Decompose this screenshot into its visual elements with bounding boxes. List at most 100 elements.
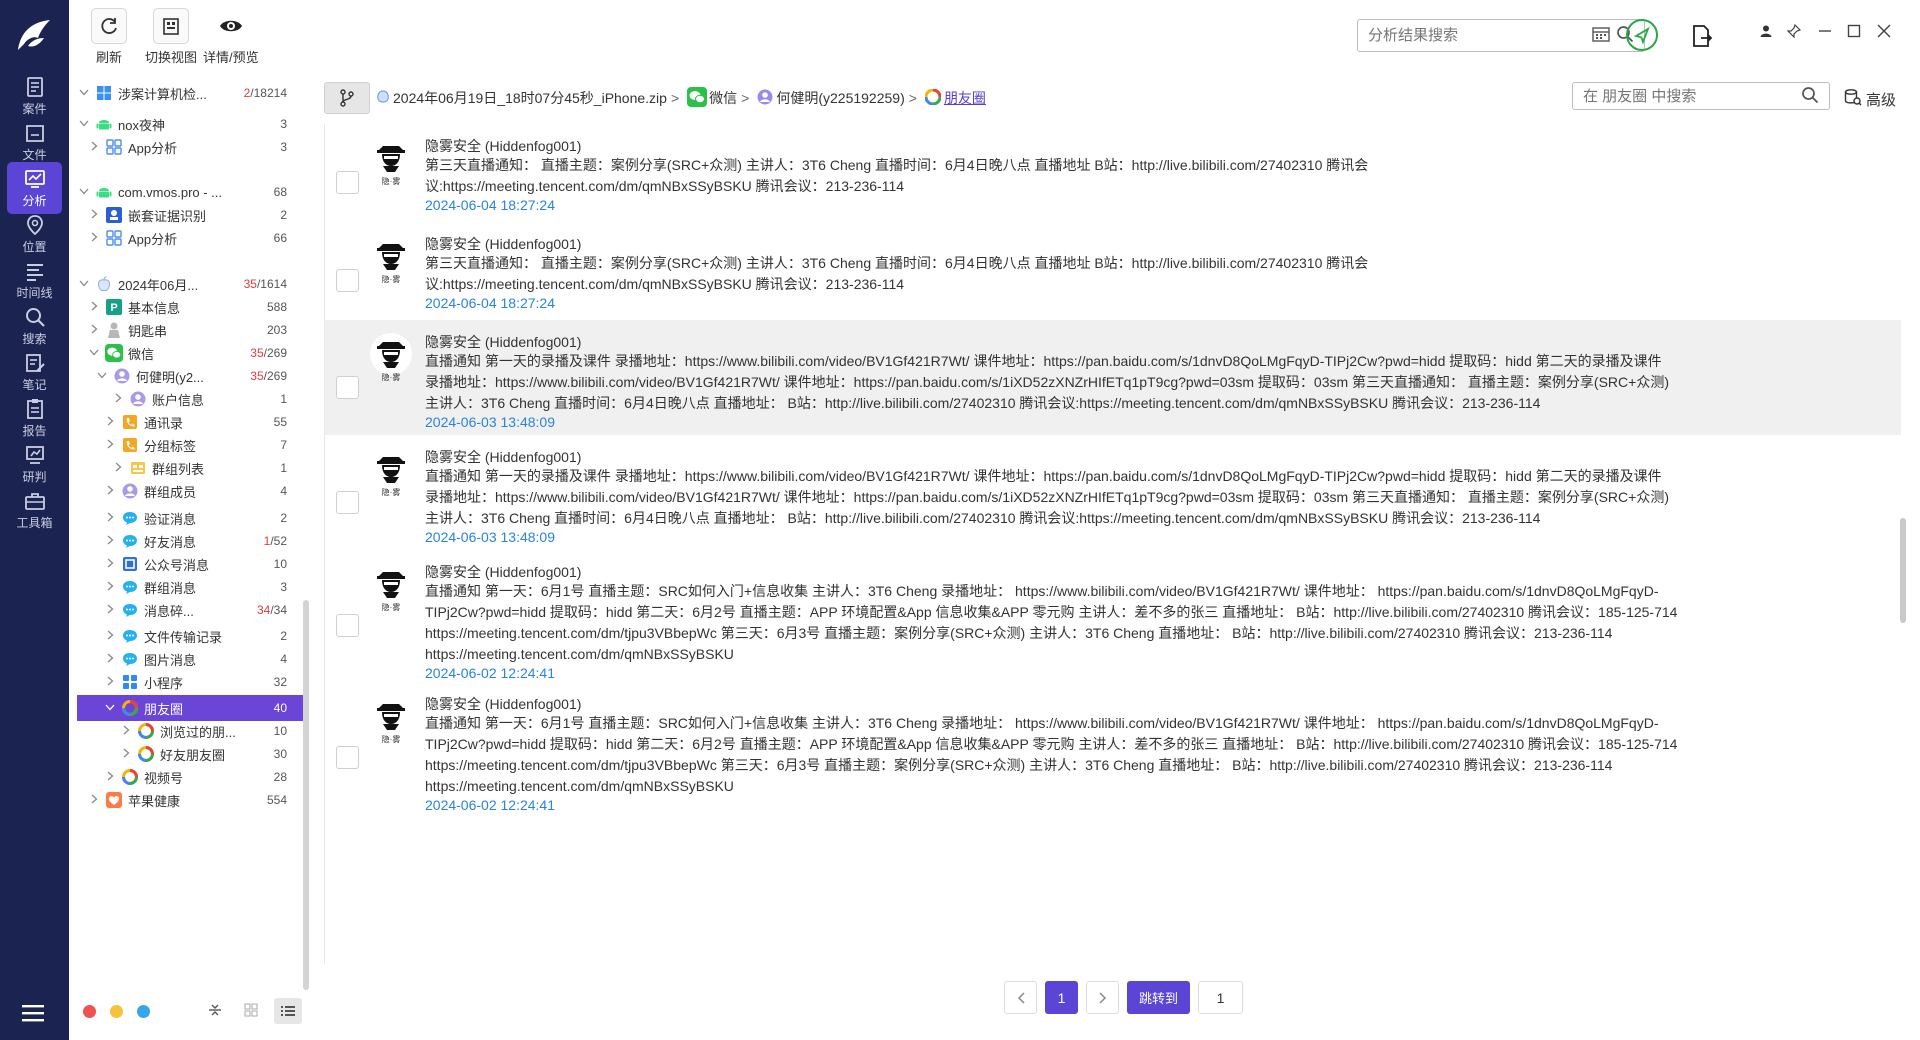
moments-list: 隐·雾 隐雾安全 (Hiddenfog001) 第三天直播通知： 直播主题：案例分享… — [324, 124, 1901, 964]
chevron-down-icon[interactable] — [77, 87, 91, 99]
page-button-current[interactable]: 1 — [1045, 981, 1078, 1014]
export-file-icon[interactable] — [1691, 24, 1713, 51]
nav-item-location[interactable]: 位置 — [7, 208, 62, 260]
switch-view-button[interactable]: 切换视图 — [145, 8, 197, 66]
chevron-right-icon[interactable] — [103, 512, 117, 525]
chevron-right-icon[interactable] — [103, 604, 117, 617]
jump-to-button[interactable]: 跳转到 — [1127, 981, 1191, 1014]
post-checkbox[interactable] — [336, 491, 359, 514]
location-share-icon[interactable] — [1625, 18, 1659, 55]
calendar-icon[interactable] — [1592, 26, 1610, 45]
post-content-line: https://meeting.tencent.com/dm/qmNBxSSyB… — [425, 778, 734, 794]
chevron-right-icon[interactable] — [103, 676, 117, 689]
analysis-search-input[interactable] — [1368, 27, 1568, 44]
chevron-right-icon[interactable] — [103, 416, 117, 429]
chevron-down-icon[interactable] — [95, 370, 109, 382]
chevron-right-icon[interactable] — [87, 232, 101, 245]
detail-preview-button[interactable]: 详情/预览 — [203, 8, 259, 66]
tree-item[interactable]: 群组成员 4 — [77, 478, 303, 504]
chevron-down-icon[interactable] — [77, 118, 91, 130]
chevron-right-icon[interactable] — [103, 439, 117, 452]
pin-icon[interactable] — [1786, 23, 1802, 42]
chevron-right-icon[interactable] — [87, 209, 101, 222]
nav-item-file[interactable]: 文件 — [7, 116, 62, 168]
chevron-right-icon[interactable] — [87, 794, 101, 807]
nav-item-toolbox[interactable]: 工具箱 — [7, 484, 62, 536]
breadcrumb-item-zip[interactable]: 2024年06月19日_18时07分45秒_iPhone.zip > — [376, 88, 683, 108]
tree-item[interactable]: 消息碎... 34/34 — [77, 597, 303, 623]
next-page-button[interactable] — [1086, 981, 1119, 1014]
chevron-down-icon[interactable] — [77, 186, 91, 198]
moment-post[interactable]: 隐·雾 隐雾安全 (Hiddenfog001) 直播通知 第一天的录播及课件 录播地… — [325, 435, 1901, 550]
post-checkbox[interactable] — [336, 614, 359, 637]
tree-item[interactable]: 小程序 32 — [77, 669, 303, 695]
moment-post[interactable]: 隐·雾 隐雾安全 (Hiddenfog001) 直播通知 第一天：6月1号 直播主题… — [325, 550, 1901, 682]
jump-page-input[interactable]: 1 — [1198, 981, 1244, 1014]
chevron-right-icon[interactable] — [103, 558, 117, 571]
chevron-right-icon[interactable] — [103, 653, 117, 666]
chevron-right-icon[interactable] — [87, 324, 101, 337]
breadcrumb-item-moments[interactable]: 朋友圈 — [924, 88, 986, 108]
branch-icon[interactable] — [324, 82, 370, 114]
nav-item-analysis[interactable]: 分析 — [7, 162, 62, 214]
breadcrumb-item-user[interactable]: 何健明(y225192259) > — [757, 88, 921, 108]
moment-post[interactable]: 隐·雾 隐雾安全 (Hiddenfog001) 第三天直播通知： 直播主题：案例分享… — [325, 124, 1901, 222]
chevron-right-icon[interactable] — [87, 301, 101, 314]
nav-item-timeline[interactable]: 时间线 — [7, 254, 62, 306]
chevron-right-icon[interactable] — [103, 485, 117, 498]
post-checkbox[interactable] — [336, 269, 359, 292]
advanced-search-button[interactable]: 高级 — [1844, 88, 1896, 110]
refresh-button[interactable]: 刷新 — [91, 8, 127, 66]
maximize-icon[interactable] — [1847, 24, 1861, 42]
red-dot-icon[interactable] — [83, 1004, 96, 1018]
chevron-right-icon[interactable] — [103, 581, 117, 594]
chevron-right-icon[interactable] — [103, 771, 117, 784]
chevron-right-icon[interactable] — [87, 141, 101, 154]
tree-item[interactable]: App分析 66 — [77, 225, 303, 251]
yellow-dot-icon[interactable] — [110, 1004, 123, 1018]
post-checkbox[interactable] — [336, 746, 359, 769]
user-icon[interactable] — [1759, 24, 1773, 42]
nav-item-judge[interactable]: 研判 — [7, 438, 62, 490]
chevron-right-icon[interactable] — [119, 725, 133, 738]
moment-post[interactable]: 隐·雾 隐雾安全 (Hiddenfog001) 直播通知 第一天：6月1号 直播主题… — [325, 682, 1901, 814]
tree-item[interactable]: 苹果健康 554 — [77, 787, 303, 813]
close-icon[interactable] — [1877, 24, 1891, 42]
chevron-down-icon[interactable] — [103, 702, 117, 714]
moment-post[interactable]: 隐·雾 隐雾安全 (Hiddenfog001) 第三天直播通知： 直播主题：案例分享… — [325, 222, 1901, 320]
moments-search-box — [1572, 82, 1830, 110]
blue-dot-icon[interactable] — [137, 1004, 150, 1018]
tree-item[interactable]: App分析 3 — [77, 134, 303, 160]
nav-item-note[interactable]: 笔记 — [7, 346, 62, 398]
chevron-right-icon[interactable] — [103, 535, 117, 548]
post-timestamp: 2024-06-03 13:48:09 — [425, 414, 555, 430]
breadcrumb-item-wechat[interactable]: 微信 > — [687, 86, 753, 110]
post-checkbox[interactable] — [336, 171, 359, 194]
menu-icon[interactable] — [22, 1003, 46, 1023]
moment-post[interactable]: 隐·雾 隐雾安全 (Hiddenfog001) 直播通知 第一天的录播及课件 录播地… — [325, 320, 1901, 435]
chevron-down-icon[interactable] — [77, 278, 91, 290]
chevron-right-icon[interactable] — [111, 462, 125, 475]
moments-search-input[interactable] — [1583, 87, 1793, 105]
chevron-down-icon[interactable] — [87, 347, 101, 359]
collapse-all-icon[interactable] — [208, 1002, 222, 1021]
chevron-right-icon[interactable] — [103, 630, 117, 643]
list-view-icon[interactable] — [274, 998, 302, 1024]
nav-item-search[interactable]: 搜索 — [7, 300, 62, 352]
prev-page-button[interactable] — [1004, 981, 1037, 1014]
minimize-icon[interactable] — [1818, 24, 1832, 42]
nav-item-report[interactable]: 报告 — [7, 392, 62, 444]
tree-item[interactable]: 涉案计算机检... 2/18214 — [77, 80, 303, 106]
chat-bubble-icon — [120, 577, 140, 597]
chevron-right-icon[interactable] — [119, 748, 133, 761]
search-icon[interactable] — [1801, 86, 1819, 107]
chevron-right-icon[interactable] — [111, 393, 125, 406]
tree-scrollbar[interactable] — [303, 600, 309, 990]
grid-view-icon[interactable] — [244, 1003, 258, 1020]
list-scrollbar[interactable] — [1900, 518, 1906, 623]
post-content: 直播通知 第一天的录播及课件 录播地址：https://www.bilibili… — [425, 466, 1745, 529]
tree-item-count-total: /34 — [270, 603, 287, 617]
post-checkbox[interactable] — [336, 376, 359, 399]
post-content-line: https://meeting.tencent.com/dm/qmNBxSSyB… — [425, 646, 734, 662]
nav-item-case[interactable]: 案件 — [7, 70, 62, 122]
